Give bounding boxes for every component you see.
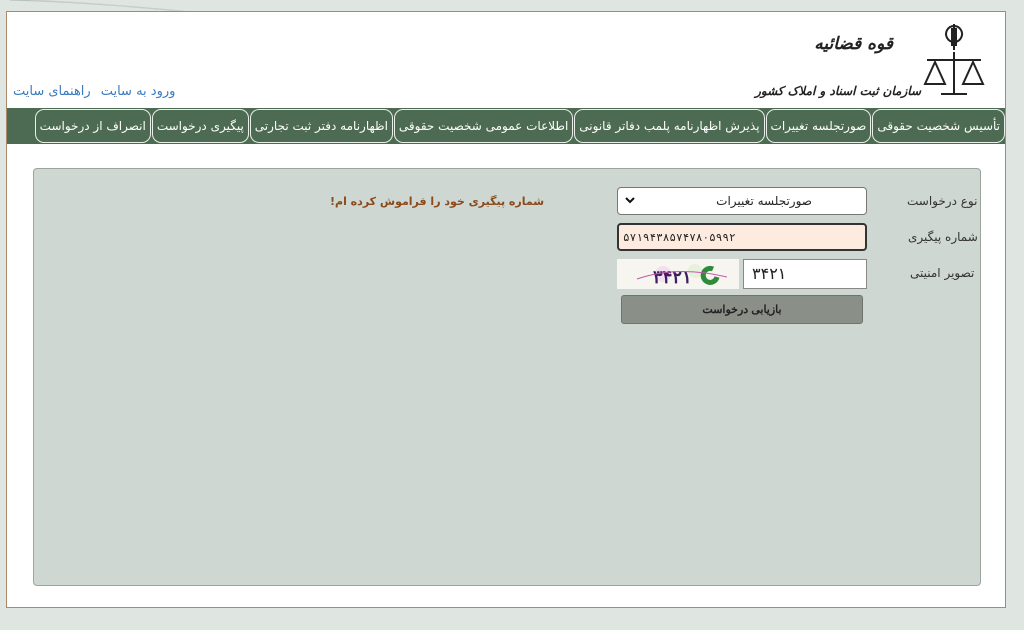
request-type-selected: صورتجلسه تغییرات bbox=[716, 194, 812, 208]
login-link[interactable]: ورود به سایت bbox=[101, 84, 176, 99]
captcha-image-text: ۳۴۲۱ bbox=[653, 267, 692, 288]
org-subtitle: سازمان ثبت اسناد و املاک کشور bbox=[755, 84, 921, 98]
justice-emblem-icon bbox=[923, 24, 985, 95]
nav-item-legal-books-declaration[interactable]: پذیرش اظهارنامه پلمب دفاتر قانونی bbox=[574, 109, 765, 143]
nav-item-entity-public-info[interactable]: اطلاعات عمومی شخصیت حقوقی bbox=[393, 109, 574, 143]
help-link[interactable]: راهنمای سایت bbox=[13, 84, 91, 99]
nav-item-change-minutes[interactable]: صورتجلسه تغییرات bbox=[765, 109, 872, 143]
org-logo: قوه قضائیه سازمان ثبت اسناد و املاک کشور bbox=[755, 20, 985, 106]
nav-item-cancel-request[interactable]: انصراف از درخواست bbox=[34, 109, 151, 143]
nav-item-track-request[interactable]: پیگیری درخواست bbox=[151, 109, 249, 143]
nav-item-commerce-register-declaration[interactable]: اظهارنامه دفتر ثبت تجارتی bbox=[249, 109, 393, 143]
captcha-label: تصویر امنیتی bbox=[910, 266, 975, 280]
tracking-number-input[interactable] bbox=[617, 223, 867, 251]
request-type-label: نوع درخواست bbox=[907, 194, 978, 208]
request-type-select[interactable]: صورتجلسه تغییرات bbox=[617, 187, 867, 215]
captcha-input[interactable] bbox=[743, 259, 867, 289]
main-nav: تأسیس شخصیت حقوقی صورتجلسه تغییرات پذیرش… bbox=[7, 108, 1005, 144]
form-panel: نوع درخواست صورتجلسه تغییرات شماره پیگیر… bbox=[33, 168, 981, 586]
forgot-tracking-link[interactable]: شماره پیگیری خود را فراموش کرده ام! bbox=[330, 195, 544, 208]
top-links: ورود به سایت راهنمای سایت bbox=[13, 84, 175, 99]
org-title: قوه قضائیه bbox=[814, 34, 893, 54]
nav-item-establish-entity[interactable]: تأسیس شخصیت حقوقی bbox=[872, 109, 1005, 143]
tracking-number-label: شماره پیگیری bbox=[908, 230, 978, 244]
chevron-down-icon bbox=[625, 197, 635, 204]
site-header: قوه قضائیه سازمان ثبت اسناد و املاک کشور… bbox=[7, 12, 1005, 108]
retrieve-request-button[interactable]: بازیابی درخواست bbox=[621, 295, 863, 324]
captcha-image: ۳۴۲۱ bbox=[617, 259, 739, 289]
main-frame: قوه قضائیه سازمان ثبت اسناد و املاک کشور… bbox=[6, 11, 1006, 608]
